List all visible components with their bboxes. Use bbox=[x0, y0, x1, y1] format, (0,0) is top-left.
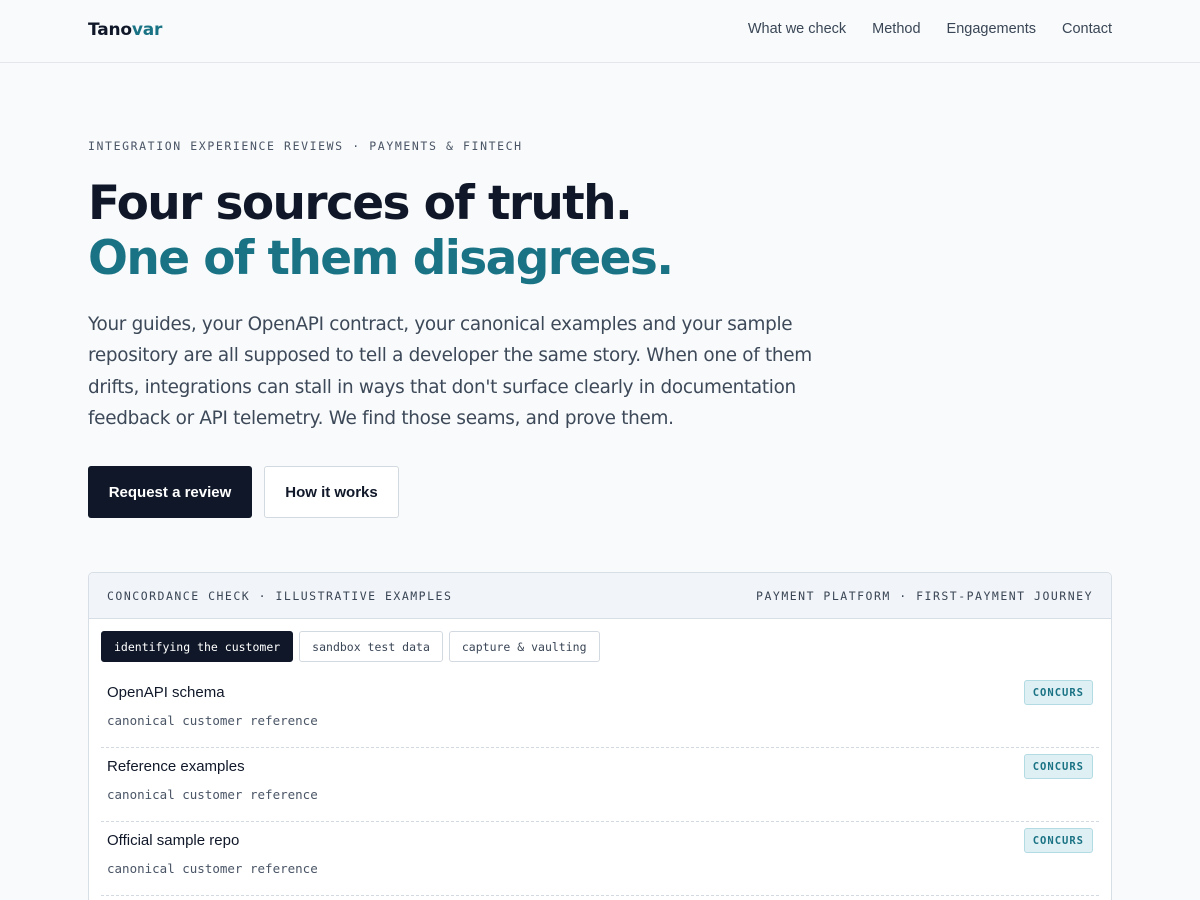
list-item: Official sample repo canonical customer … bbox=[101, 822, 1099, 896]
nav-link-contact[interactable]: Contact bbox=[1062, 21, 1112, 37]
hero-lede: Your guides, your OpenAPI contract, your… bbox=[88, 314, 812, 429]
row-detail: canonical customer reference bbox=[107, 787, 318, 802]
row-detail: canonical customer reference bbox=[107, 861, 318, 876]
row-title: Official sample repo bbox=[107, 832, 240, 849]
tab-identifying-customer[interactable]: identifying the customer bbox=[101, 631, 294, 662]
row-title: Reference examples bbox=[107, 758, 245, 775]
brand-name-part2: var bbox=[131, 20, 163, 40]
panel-title-left: CONCORDANCE CHECK · ILLUSTRATIVE EXAMPLE… bbox=[107, 588, 453, 603]
list-item: Reference examples canonical customer re… bbox=[101, 748, 1099, 822]
top-nav: Tanovar What we check Method Engagements… bbox=[0, 0, 1200, 63]
status-badge: CONCURS bbox=[1023, 754, 1093, 779]
request-review-button[interactable]: Request a review bbox=[88, 466, 252, 518]
row-title: OpenAPI schema bbox=[107, 684, 225, 701]
how-it-works-button[interactable]: How it works bbox=[264, 466, 399, 518]
row-detail: canonical customer reference bbox=[107, 713, 318, 728]
status-badge: CONCURS bbox=[1023, 828, 1093, 853]
headline-plain: Four sources of truth. bbox=[88, 176, 633, 231]
panel-tabs: identifying the customer sandbox test da… bbox=[89, 619, 1111, 662]
concordance-panel: CONCORDANCE CHECK · ILLUSTRATIVE EXAMPLE… bbox=[88, 572, 1112, 900]
status-badge: CONCURS bbox=[1023, 680, 1093, 705]
panel-header: CONCORDANCE CHECK · ILLUSTRATIVE EXAMPLE… bbox=[89, 573, 1111, 619]
hero-headline: Four sources of truth. One of them disag… bbox=[88, 176, 728, 286]
list-item: OpenAPI schema canonical customer refere… bbox=[101, 674, 1099, 748]
brand-name-part1: Tano bbox=[88, 20, 132, 40]
hero-eyebrow: INTEGRATION EXPERIENCE REVIEWS · PAYMENT… bbox=[88, 139, 523, 153]
tab-capture-vaulting[interactable]: capture & vaulting bbox=[448, 631, 600, 662]
nav-links: What we check Method Engagements Contact bbox=[748, 21, 1112, 37]
nav-link-what-we-check[interactable]: What we check bbox=[748, 21, 846, 37]
panel-title-right: PAYMENT PLATFORM · FIRST-PAYMENT JOURNEY bbox=[756, 588, 1093, 603]
nav-link-engagements[interactable]: Engagements bbox=[947, 21, 1036, 37]
nav-link-method[interactable]: Method bbox=[872, 21, 920, 37]
headline-accent: One of them disagrees. bbox=[88, 231, 674, 286]
tab-sandbox-test-data[interactable]: sandbox test data bbox=[299, 631, 443, 662]
brand-logo[interactable]: Tanovar bbox=[88, 20, 162, 40]
concordance-rows: OpenAPI schema canonical customer refere… bbox=[89, 662, 1111, 896]
